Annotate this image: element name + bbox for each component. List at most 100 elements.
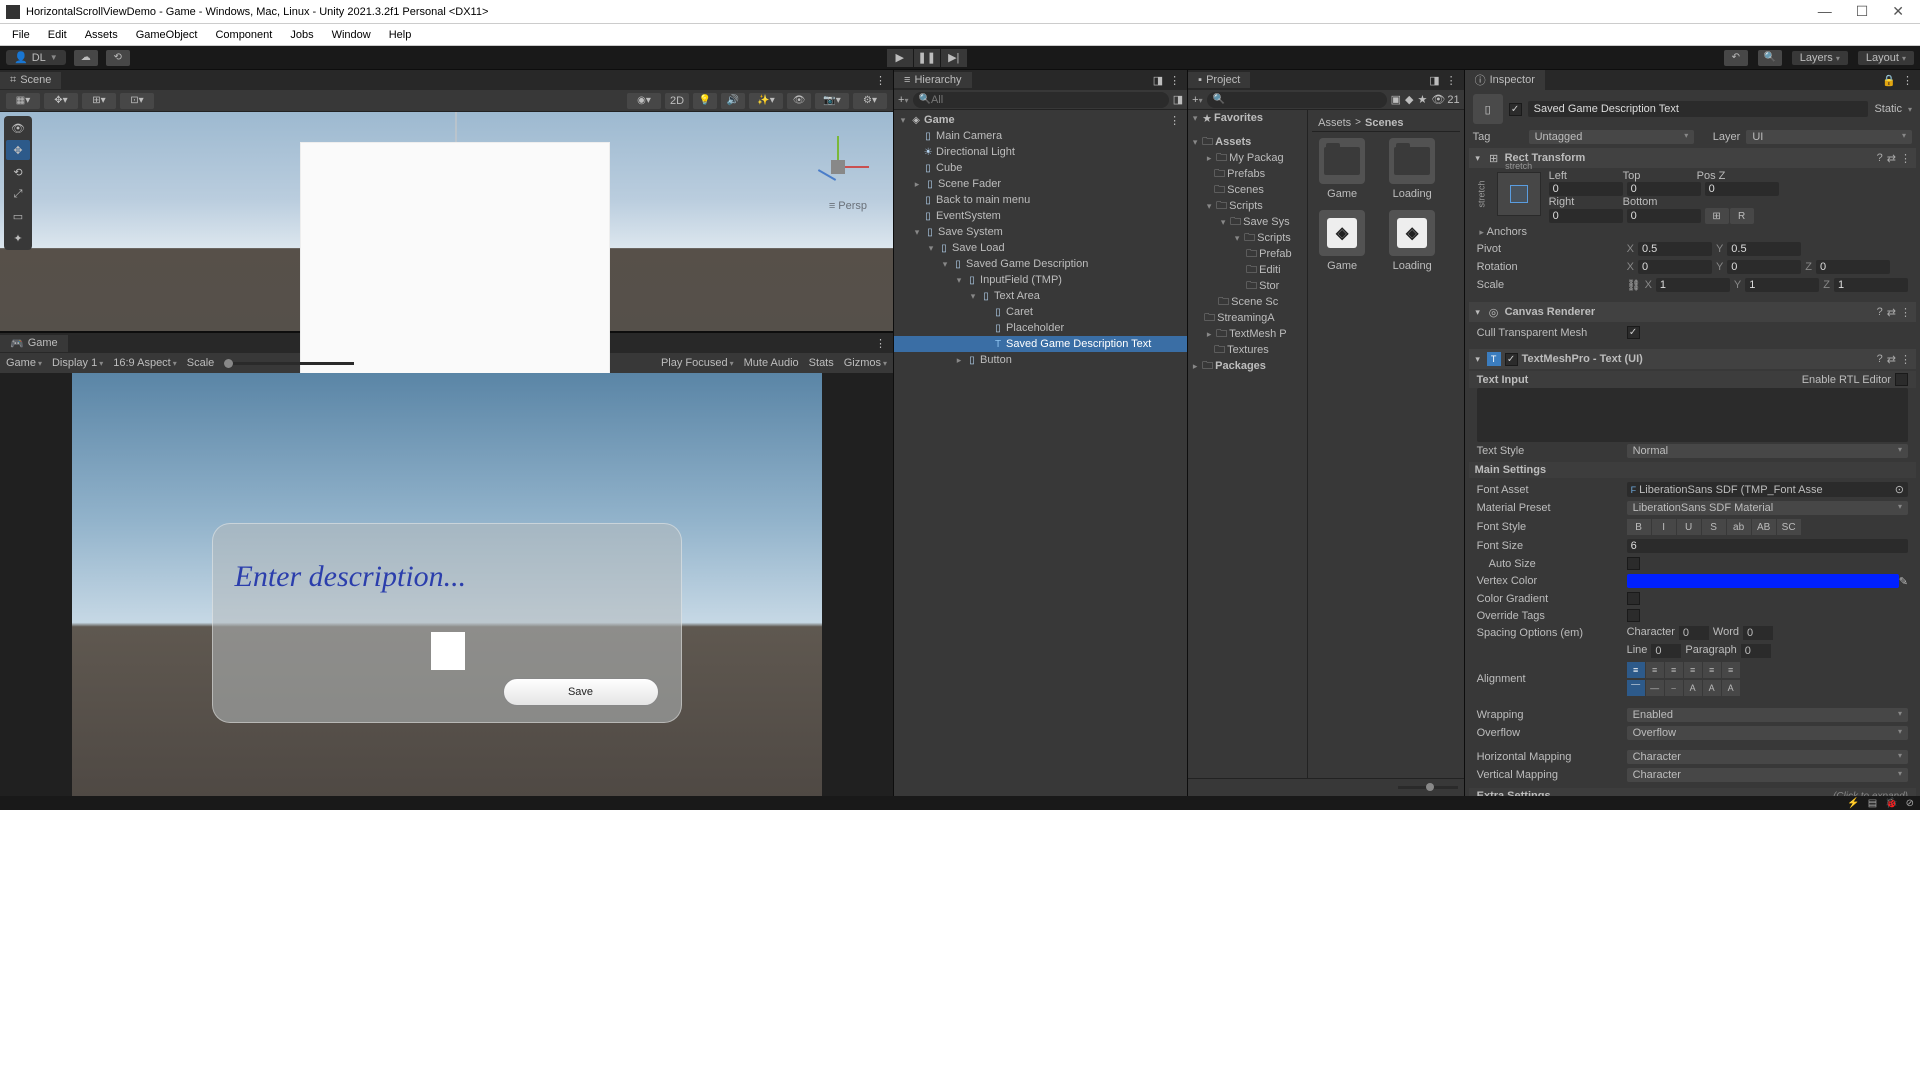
tag-dropdown[interactable]: Untagged▾	[1529, 130, 1695, 144]
asset-folder[interactable]: Loading	[1382, 138, 1442, 200]
overflow-dropdown[interactable]: Overflow▾	[1627, 726, 1908, 740]
preset-icon[interactable]: ⇄	[1887, 306, 1896, 319]
override-tags-checkbox[interactable]	[1627, 609, 1640, 622]
rect-tool-icon[interactable]: ▭	[6, 206, 30, 226]
effects-dropdown[interactable]: ✨▾	[749, 93, 783, 109]
panel-expand-icon[interactable]: ◨	[1153, 74, 1163, 87]
static-label[interactable]: Static	[1874, 103, 1902, 115]
tmp-text-header[interactable]: ▾T TextMeshPro - Text (UI) ?⇄⋮	[1469, 349, 1916, 369]
project-tab[interactable]: ▪Project	[1188, 72, 1250, 88]
project-folder-tree[interactable]: ▾★Favorites ▾🗀Assets ▸🗀My Packag 🗀Prefab…	[1188, 110, 1308, 778]
layer-dropdown[interactable]: UI▾	[1746, 130, 1912, 144]
menu-component[interactable]: Component	[207, 27, 280, 43]
create-dropdown[interactable]: +▾	[898, 94, 908, 106]
preset-icon[interactable]: ⇄	[1887, 152, 1896, 165]
step-button[interactable]: ▶|	[941, 49, 967, 67]
text-input-textarea[interactable]	[1477, 388, 1908, 442]
account-dropdown[interactable]: 👤DL▼	[6, 50, 66, 65]
anchor-preset-button[interactable]: stretch stretch	[1497, 172, 1541, 216]
asset-folder[interactable]: Game	[1312, 138, 1372, 200]
tmp-enable-checkbox[interactable]	[1505, 353, 1518, 366]
status-icon[interactable]: 🐞	[1885, 798, 1897, 809]
top-field[interactable]: 0	[1627, 182, 1701, 196]
layers-dropdown[interactable]: Layers ▾	[1792, 51, 1848, 65]
font-asset-field[interactable]: F LiberationSans SDF (TMP_Font Asse⊙	[1627, 482, 1908, 497]
2d-toggle[interactable]: 2D	[665, 93, 689, 109]
main-menu-bar[interactable]: File Edit Assets GameObject Component Jo…	[0, 24, 1920, 46]
asset-scene[interactable]: ◈Game	[1312, 210, 1372, 272]
menu-assets[interactable]: Assets	[77, 27, 126, 43]
help-icon[interactable]: ?	[1877, 353, 1883, 366]
hierarchy-search[interactable]: 🔍 All	[913, 92, 1169, 108]
grid-dropdown[interactable]: ⊞▾	[82, 93, 116, 109]
filter-icon[interactable]: ◆	[1405, 93, 1413, 106]
stats-toggle[interactable]: Stats	[809, 357, 834, 369]
panel-expand-icon[interactable]: ◨	[1429, 74, 1439, 87]
game-mode-dropdown[interactable]: Game▾	[6, 357, 42, 369]
horizontal-align-buttons[interactable]: ≡≡≡≡≡≡	[1627, 662, 1740, 678]
move-tool-icon[interactable]: ✥	[6, 140, 30, 160]
maximize-icon[interactable]: ☐	[1856, 3, 1869, 20]
bottom-field[interactable]: 0	[1627, 209, 1701, 223]
pivot-x[interactable]: 0.5	[1638, 242, 1712, 256]
thumbnail-size-slider[interactable]	[1398, 786, 1458, 789]
search-icon[interactable]: 🔍	[1758, 50, 1782, 66]
minimize-icon[interactable]: —	[1818, 3, 1832, 20]
game-tab[interactable]: 🎮Game	[0, 335, 68, 352]
status-icon[interactable]: ⊘	[1906, 798, 1914, 809]
help-icon[interactable]: ?	[1877, 152, 1883, 165]
search-menu-icon[interactable]: ◨	[1173, 93, 1183, 106]
status-icon[interactable]: ⚡	[1847, 798, 1859, 809]
menu-gameobject[interactable]: GameObject	[128, 27, 206, 43]
preset-icon[interactable]: ⇄	[1887, 353, 1896, 366]
hidden-toggle[interactable]: 👁	[787, 93, 811, 109]
lighting-toggle[interactable]: 💡	[693, 93, 717, 109]
play-button[interactable]: ▶	[887, 49, 913, 67]
gameobject-name-field[interactable]: Saved Game Description Text	[1528, 101, 1869, 117]
left-field[interactable]: 0	[1549, 182, 1623, 196]
text-style-dropdown[interactable]: Normal▾	[1627, 444, 1908, 458]
blueprint-toggle[interactable]: ⊞	[1705, 208, 1729, 224]
display-dropdown[interactable]: Display 1▾	[52, 357, 103, 369]
right-field[interactable]: 0	[1549, 209, 1623, 223]
wrapping-dropdown[interactable]: Enabled▾	[1627, 708, 1908, 722]
rtl-checkbox[interactable]	[1895, 373, 1908, 386]
layout-dropdown[interactable]: Layout ▾	[1858, 51, 1914, 65]
view-tool-icon[interactable]: 👁	[6, 118, 30, 138]
tab-menu-icon[interactable]: ⋮	[1169, 74, 1181, 87]
handle-dropdown[interactable]: ✥▾	[44, 93, 78, 109]
camera-dropdown[interactable]: 📷▾	[815, 93, 849, 109]
color-picker-icon[interactable]: ✎	[1899, 575, 1908, 588]
hmap-dropdown[interactable]: Character▾	[1627, 750, 1908, 764]
rotate-tool-icon[interactable]: ⟲	[6, 162, 30, 182]
vertical-align-buttons[interactable]: ⎺—⎯AAA	[1627, 680, 1740, 696]
active-checkbox[interactable]	[1509, 103, 1522, 116]
inspector-tab[interactable]: ⓘInspector	[1465, 70, 1545, 90]
hierarchy-tree[interactable]: ▾◈Game⋮ ▯Main Camera ☀Directional Light …	[894, 110, 1187, 370]
asset-scene[interactable]: ◈Loading	[1382, 210, 1442, 272]
hidden-count[interactable]: 👁21	[1431, 93, 1459, 106]
component-menu-icon[interactable]: ⋮	[1900, 152, 1912, 165]
vertex-color-field[interactable]	[1627, 574, 1899, 588]
tab-menu-icon[interactable]: ⋮	[875, 74, 887, 87]
auto-size-checkbox[interactable]	[1627, 557, 1640, 570]
scale-slider[interactable]	[224, 362, 354, 365]
gizmos-dropdown[interactable]: ⚙▾	[853, 93, 887, 109]
draw-mode-dropdown[interactable]: ◉▾	[627, 93, 661, 109]
tab-menu-icon[interactable]: ⋮	[1902, 74, 1914, 87]
material-preset-dropdown[interactable]: LiberationSans SDF Material▾	[1627, 501, 1908, 515]
gameobject-icon[interactable]: ▯	[1473, 94, 1503, 124]
menu-window[interactable]: Window	[324, 27, 379, 43]
orientation-gizmo[interactable]	[803, 132, 873, 202]
help-icon[interactable]: ?	[1877, 306, 1883, 319]
snap-dropdown[interactable]: ⊡▾	[120, 93, 154, 109]
pivot-dropdown[interactable]: ▦▾	[6, 93, 40, 109]
close-icon[interactable]: ✕	[1892, 3, 1904, 20]
rect-transform-header[interactable]: ▾⊞ Rect Transform ?⇄⋮	[1469, 148, 1916, 168]
save-button[interactable]: Save	[503, 678, 659, 706]
pause-button[interactable]: ❚❚	[914, 49, 940, 67]
status-icon[interactable]: ▤	[1868, 798, 1877, 809]
project-breadcrumb[interactable]: Assets > Scenes	[1312, 114, 1459, 132]
filter-icon[interactable]: ▣	[1391, 93, 1401, 106]
font-size-field[interactable]	[1627, 539, 1908, 553]
